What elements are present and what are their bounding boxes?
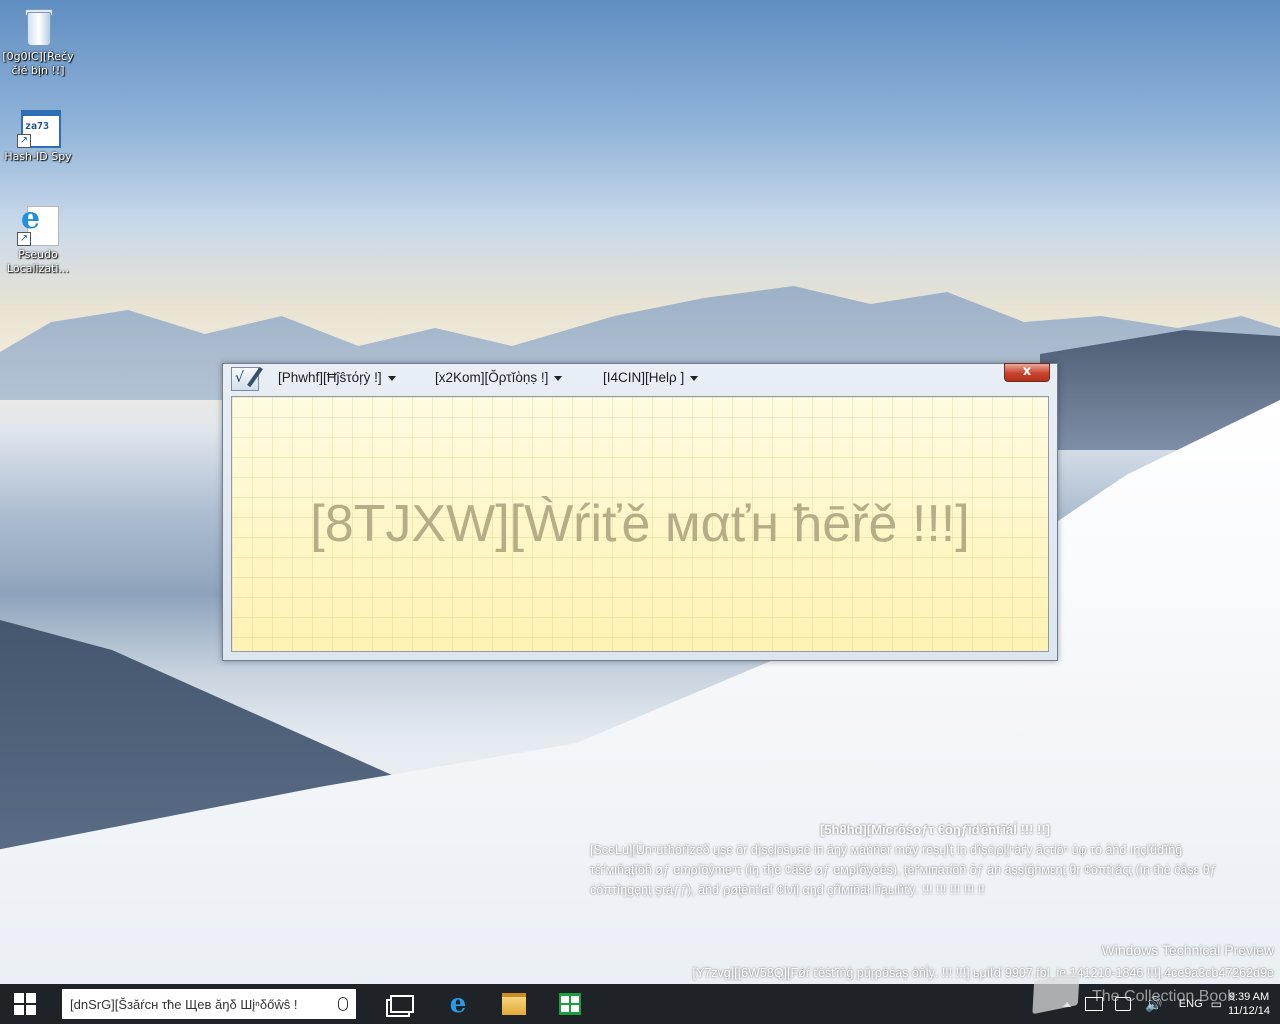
start-button[interactable] xyxy=(0,984,50,1024)
menu-options[interactable]: [x2Kom][Ŏρτĭὸṇṣ !] xyxy=(435,370,563,385)
internet-explorer-document-icon: e ↗ xyxy=(17,204,59,246)
desktop-icon-label: [0g0IC][Řečy čłé bịn !!] xyxy=(2,50,74,77)
chevron-down-icon xyxy=(690,376,699,381)
shortcut-arrow-icon: ↗ xyxy=(17,134,31,148)
math-input-panel-icon: √ xyxy=(231,366,263,391)
microphone-icon[interactable] xyxy=(338,997,348,1011)
search-placeholder: [dnSrG][Šзăŕсн τħе Щев ăŋδ Шįⁿδőŵŝ ! xyxy=(70,996,298,1012)
desktop-icon-hash-id-spy[interactable]: za73 ↗ Hash-ID Spy xyxy=(0,106,76,164)
store-icon xyxy=(559,993,581,1015)
store-button[interactable] xyxy=(546,984,594,1024)
math-writing-area[interactable]: [8TJXW][Ẁŕiťě мαťн ħēřě !!!] xyxy=(231,396,1049,652)
menu-options-label: [x2Kom][Ŏρτĭὸṇṣ !] xyxy=(435,370,549,385)
menu-help[interactable]: [I4CIN][Ηеlρ ] xyxy=(603,370,699,385)
title-bar[interactable]: √ [Phwhf][Ħĵŝτόŗỳ !] [x2Kom][Ŏρτĭὸṇṣ !] … xyxy=(223,363,1057,394)
clock-date: 11/12/14 xyxy=(1227,1005,1270,1017)
task-view-button[interactable] xyxy=(378,984,426,1024)
confidential-title: [5h8hd][Micrõśoƒτ €ôŋƒĭďẽṅťĩáĺ !!! !!] xyxy=(819,822,1051,837)
chevron-down-icon xyxy=(387,376,396,381)
desktop-icon-recycle-bin[interactable]: [0g0IC][Řečy čłé bịn !!] xyxy=(0,6,76,78)
search-input[interactable]: [dnSrG][Šзăŕсн τħе Щев ăŋδ Шįⁿδőŵŝ ! xyxy=(62,989,356,1019)
desktop-icon-pseudo-localization[interactable]: e ↗ Pseudo Localizati... xyxy=(0,204,76,276)
confidential-notice: [SceLu][Ūnⁿüťћöŕĭżëδ ųșє ŏŕ ďįșçļóšụяë ί… xyxy=(590,843,1217,897)
close-button[interactable]: x xyxy=(1004,363,1050,382)
build-string: [Y7zvg][[6W58Q][Fǿŕ ťěšťîňģ pűŗρöśaș óňĺ… xyxy=(692,966,1274,980)
windows-logo-icon xyxy=(14,993,36,1015)
math-input-panel-window: √ [Phwhf][Ħĵŝτόŗỳ !] [x2Kom][Ŏρτĭὸṇṣ !] … xyxy=(222,363,1058,661)
file-explorer-icon xyxy=(502,993,526,1015)
file-explorer-button[interactable] xyxy=(490,984,538,1024)
chevron-down-icon xyxy=(554,376,563,381)
collection-book-watermark: The Collection Book xyxy=(1092,988,1236,1005)
menu-history-label: [Phwhf][Ħĵŝτόŗỳ !] xyxy=(278,370,382,385)
recycle-bin-icon xyxy=(17,6,59,48)
close-icon: x xyxy=(1022,364,1032,379)
desktop-icon-label: Hash-ID Spy xyxy=(4,150,72,163)
task-view-icon xyxy=(390,995,414,1013)
build-title: Windows Technical Preview xyxy=(1101,942,1274,958)
menu-history[interactable]: [Phwhf][Ħĵŝτόŗỳ !] xyxy=(278,370,396,385)
internet-explorer-icon: e xyxy=(449,989,467,1019)
menu-help-label: [I4CIN][Ηеlρ ] xyxy=(603,370,685,385)
write-math-placeholder: [8TJXW][Ẁŕiťě мαťн ħēřě !!!] xyxy=(310,495,970,553)
shortcut-arrow-icon: ↗ xyxy=(17,232,31,246)
hash-id-spy-icon: za73 ↗ xyxy=(17,106,61,148)
taskbar: [dnSrG][Šзăŕсн τħе Щев ăŋδ Шįⁿδőŵŝ ! e 🔊… xyxy=(0,984,1280,1024)
internet-explorer-button[interactable]: e xyxy=(434,984,482,1024)
desktop-icon-label: Pseudo Localizati... xyxy=(7,248,69,275)
